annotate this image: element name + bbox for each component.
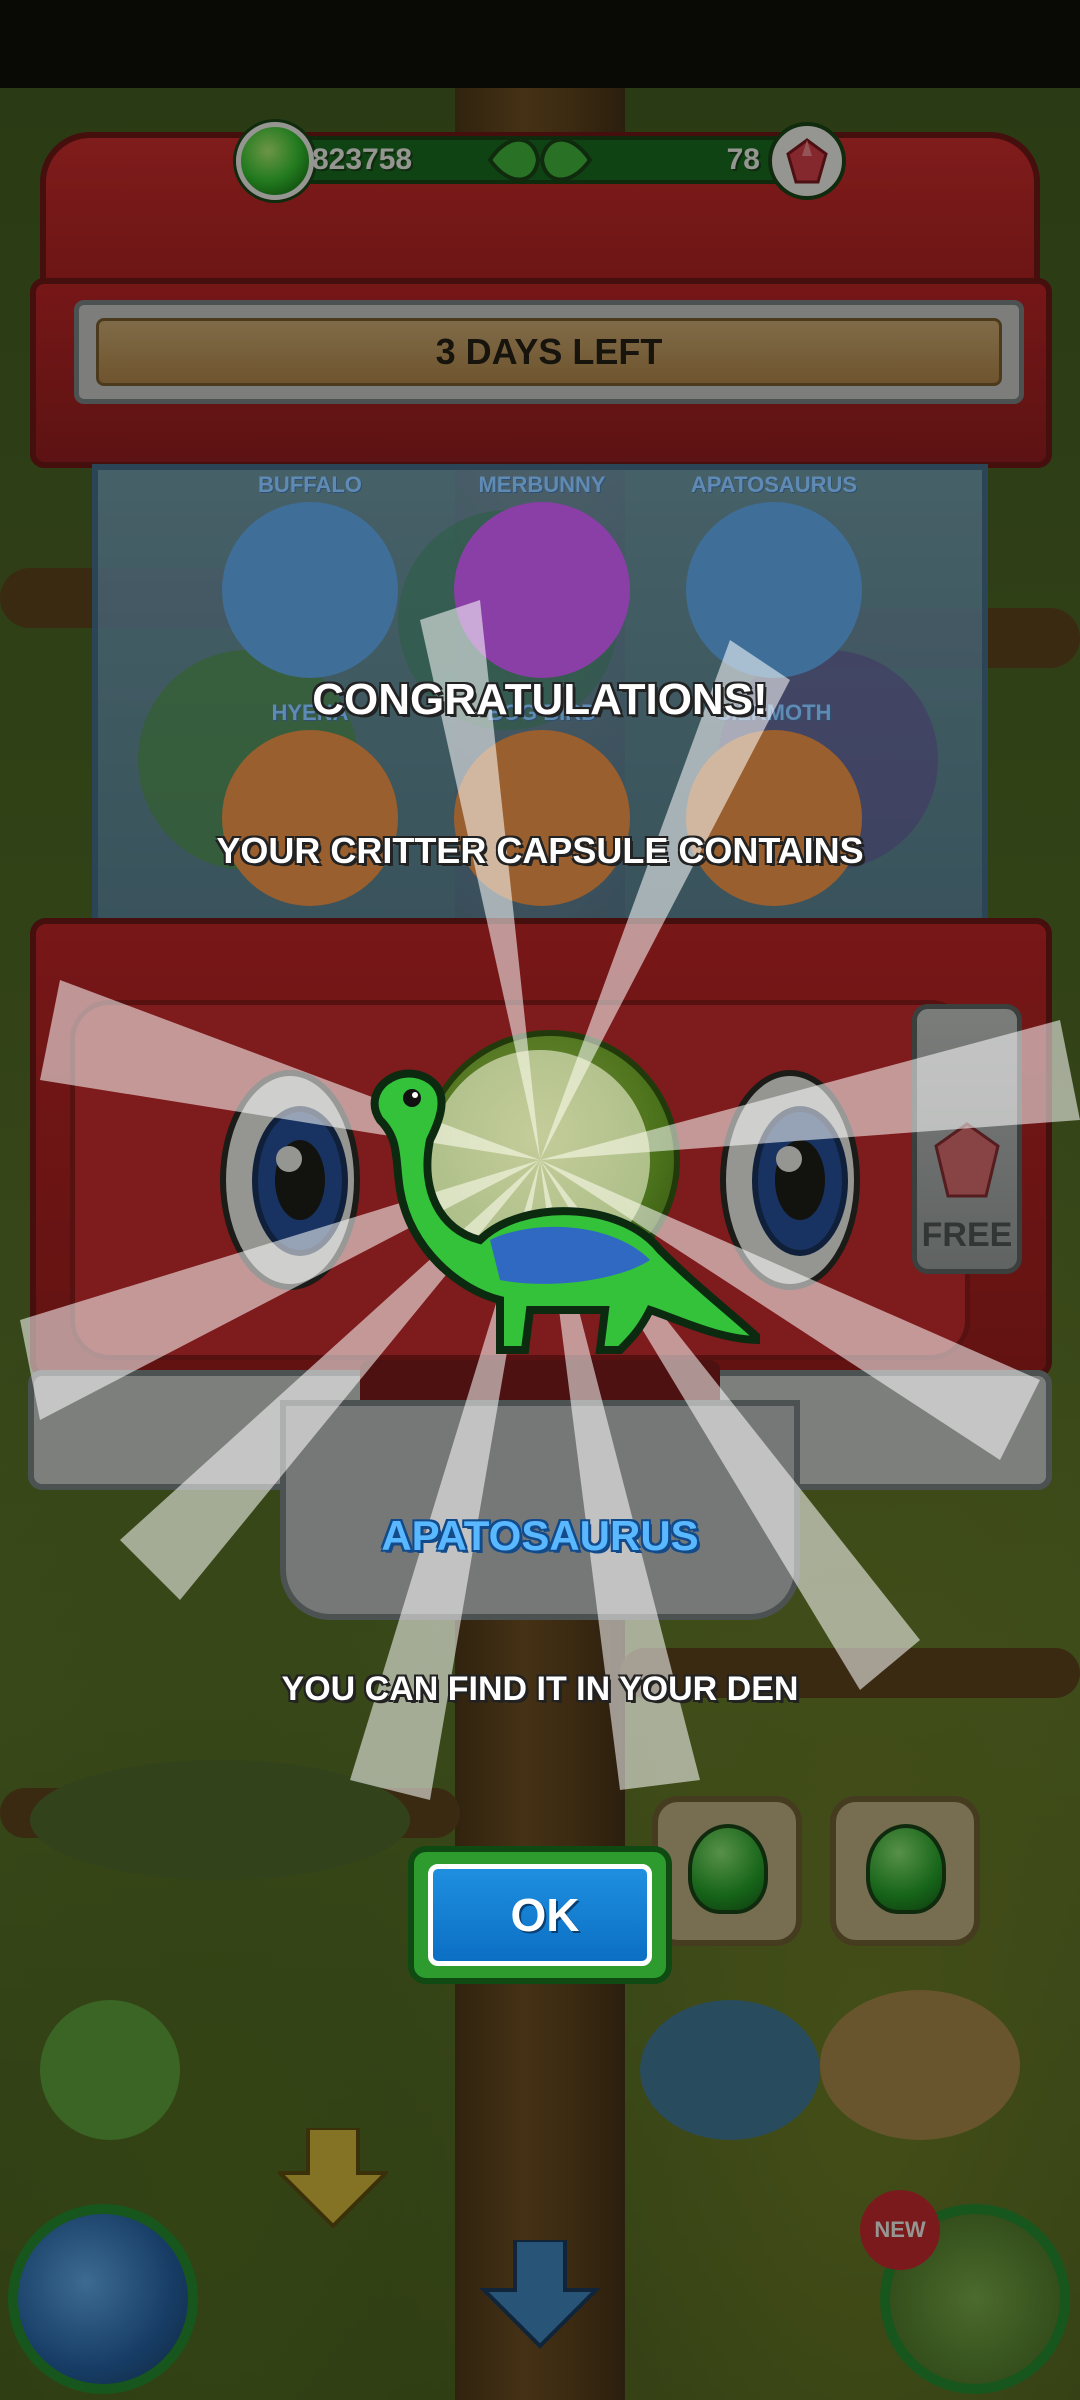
critter-portrait-label: BUFFALO	[258, 472, 362, 497]
critter-portrait	[222, 502, 398, 678]
ok-button-label: OK	[510, 1889, 580, 1941]
reward-overlay: BUFFALO MERBUNNY APATOSAURUS HYENA BOG BIRD S…	[0, 0, 1080, 2400]
ok-button[interactable]: OK	[408, 1846, 672, 1984]
den-hint-text: YOU CAN FIND IT IN YOUR DEN	[281, 1670, 799, 1708]
critter-portrait	[454, 730, 630, 906]
ok-button-face[interactable]: OK	[428, 1864, 652, 1966]
critter-portrait	[686, 502, 862, 678]
critter-portrait	[454, 502, 630, 678]
critter-portrait-label: MERBUNNY	[478, 472, 606, 497]
critter-portrait	[686, 730, 862, 906]
congratulations-title: CONGRATULATIONS!	[312, 675, 768, 724]
reward-critter-name: APATOSAURUS	[381, 1512, 699, 1559]
apatosaurus-critter	[370, 1069, 760, 1354]
capsule-subtitle: YOUR CRITTER CAPSULE CONTAINS	[216, 830, 864, 871]
critter-portrait	[222, 730, 398, 906]
critter-portrait-label: APATOSAURUS	[690, 472, 858, 497]
